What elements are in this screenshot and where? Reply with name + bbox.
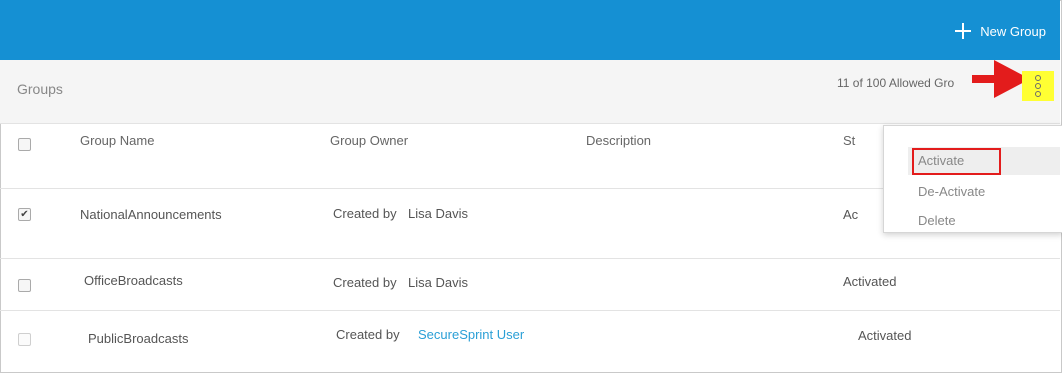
actions-dropdown-menu: Activate De-Activate Delete xyxy=(883,125,1062,233)
row-divider xyxy=(0,310,1060,311)
group-status: Activated xyxy=(843,274,897,289)
allowed-groups-count: 11 of 100 Allowed Gro xyxy=(837,76,955,90)
menu-item-delete[interactable]: Delete xyxy=(918,213,956,228)
row-checkbox[interactable] xyxy=(18,279,31,292)
created-by-label: Created by xyxy=(336,327,400,342)
groups-header-bar xyxy=(0,60,1060,124)
group-status: Ac xyxy=(843,207,859,222)
column-header-description[interactable]: Description xyxy=(586,133,651,148)
group-owner: Lisa Davis xyxy=(408,206,468,221)
group-name[interactable]: OfficeBroadcasts xyxy=(84,273,183,288)
page-title: Groups xyxy=(17,81,63,97)
group-status: Activated xyxy=(858,328,912,343)
row-checkbox[interactable]: ✔ xyxy=(18,208,31,221)
group-owner-link[interactable]: SecureSprint User xyxy=(418,327,524,342)
created-by-label: Created by xyxy=(333,206,397,221)
top-bar: New Group xyxy=(0,0,1060,60)
row-checkbox[interactable] xyxy=(18,333,31,346)
new-group-button[interactable]: New Group xyxy=(955,20,1046,42)
group-name[interactable]: NationalAnnouncements xyxy=(80,207,222,222)
column-header-group-name[interactable]: Group Name xyxy=(80,133,154,148)
check-icon: ✔ xyxy=(20,208,29,220)
group-owner: Lisa Davis xyxy=(408,275,468,290)
row-divider xyxy=(0,258,1060,259)
column-header-status[interactable]: St xyxy=(843,133,855,148)
new-group-label: New Group xyxy=(980,23,1046,39)
menu-item-activate[interactable]: Activate xyxy=(918,153,964,168)
plus-icon xyxy=(955,23,972,39)
column-header-group-owner[interactable]: Group Owner xyxy=(330,133,408,148)
select-all-checkbox[interactable] xyxy=(18,138,31,151)
menu-item-deactivate[interactable]: De-Activate xyxy=(918,184,985,199)
created-by-label: Created by xyxy=(333,275,397,290)
group-name[interactable]: PublicBroadcasts xyxy=(88,331,188,346)
kebab-menu-icon[interactable] xyxy=(1022,71,1054,101)
